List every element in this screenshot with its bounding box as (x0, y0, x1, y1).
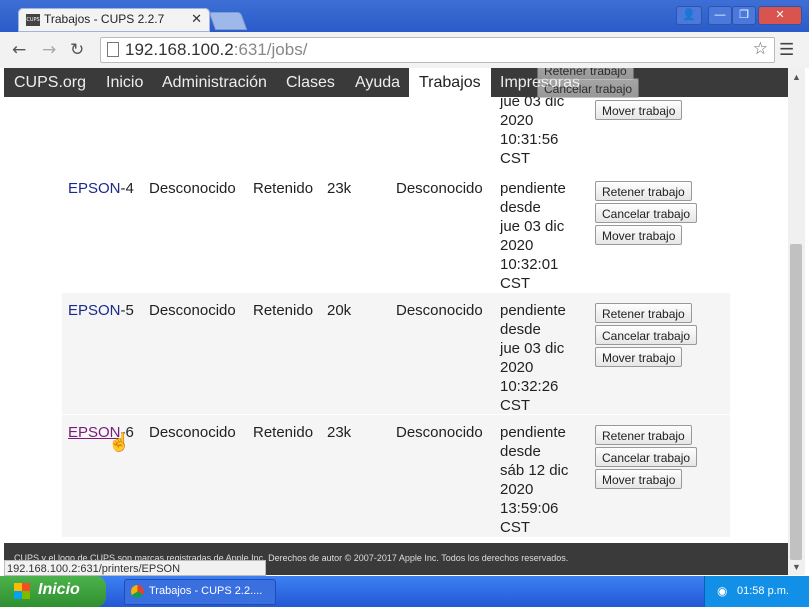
clock: 01:58 p.m. (737, 585, 789, 597)
job-size: 23k (327, 180, 352, 197)
bookmark-star-icon[interactable]: ☆ (753, 39, 768, 59)
job-name: Desconocido (149, 424, 236, 441)
scroll-down-arrow-icon[interactable]: ▼ (792, 562, 801, 572)
job-name: Desconocido (149, 180, 236, 197)
table-row: EPSON-6 Desconocido Retenido 23k Descono… (62, 415, 730, 537)
page-icon (107, 42, 119, 57)
start-label: Inicio (38, 581, 80, 598)
job-user: Retenido (253, 424, 314, 441)
scrollbar-thumb[interactable] (790, 244, 802, 560)
tab-title: Trabajos - CUPS 2.2.7 (44, 12, 165, 26)
hand-cursor-icon: ☝ (108, 432, 131, 452)
job-state: jue 03 dic 2020 10:31:56 CST (500, 93, 565, 167)
network-icon[interactable]: ◉ (717, 584, 727, 598)
nav-clases[interactable]: Clases (286, 74, 335, 92)
job-id: EPSON-4 (68, 180, 134, 197)
browser-tab-active[interactable]: CUPS Trabajos - CUPS 2.2.7 ✕ (18, 8, 210, 32)
nav-trabajos[interactable]: Trabajos (409, 68, 491, 97)
close-window-button[interactable]: ✕ (758, 6, 802, 25)
printer-link[interactable]: EPSON (68, 302, 121, 319)
job-id: EPSON-5 (68, 302, 134, 319)
taskbar-item-label: Trabajos - CUPS 2.2.... (149, 585, 263, 597)
nav-inicio[interactable]: Inicio (106, 74, 143, 92)
scroll-up-arrow-icon[interactable]: ▲ (792, 72, 801, 82)
job-pages: Desconocido (396, 424, 483, 441)
browser-titlebar: CUPS Trabajos - CUPS 2.2.7 ✕ 👤 — ❐ ✕ (0, 0, 809, 32)
job-state: pendiente desde jue 03 dic 2020 10:32:01… (500, 180, 566, 292)
hold-job-button[interactable]: Retener trabajo (595, 425, 692, 445)
system-tray: ◉ 01:58 p.m. (704, 576, 809, 607)
cancel-job-button[interactable]: Cancelar trabajo (595, 325, 698, 345)
tab-close-icon[interactable]: ✕ (191, 11, 202, 27)
new-tab-button[interactable] (208, 12, 248, 30)
job-size: 20k (327, 302, 352, 319)
move-job-button[interactable]: Mover trabajo (595, 347, 683, 367)
job-size: 23k (327, 424, 352, 441)
hold-job-button[interactable]: Retener trabajo (595, 303, 692, 323)
back-arrow-icon[interactable]: ← (12, 40, 26, 60)
job-user: Retenido (253, 180, 314, 197)
table-row: EPSON-5 Desconocido Retenido 20k Descono… (62, 293, 730, 414)
cancel-job-button[interactable]: Cancelar trabajo (537, 78, 640, 98)
reload-icon[interactable]: ↻ (70, 40, 84, 60)
profile-icon[interactable]: 👤 (676, 6, 702, 25)
job-state: pendiente desde jue 03 dic 2020 10:32:26… (500, 302, 566, 414)
windows-taskbar: Inicio Trabajos - CUPS 2.2.... ◉ 01:58 p… (0, 576, 809, 607)
cups-navbar: CUPS.org Inicio Administración Clases Ay… (4, 68, 788, 97)
nav-cups-org[interactable]: CUPS.org (14, 74, 86, 92)
maximize-button[interactable]: ❐ (732, 6, 756, 25)
job-user: Retenido (253, 302, 314, 319)
page-viewport: jue 03 dic 2020 10:31:56 CST Mover traba… (4, 68, 788, 575)
nav-ayuda[interactable]: Ayuda (355, 74, 400, 92)
cups-favicon-icon: CUPS (26, 14, 40, 26)
menu-icon[interactable]: ☰ (779, 40, 794, 60)
start-button[interactable]: Inicio (0, 576, 106, 607)
chrome-icon (131, 585, 144, 598)
vertical-scrollbar[interactable]: ▲ ▼ (788, 68, 805, 575)
job-pages: Desconocido (396, 302, 483, 319)
browser-toolbar: ← → ↻ 192.168.100.2:631/jobs/ ☆ ☰ (0, 32, 809, 68)
windows-logo-icon (14, 583, 30, 599)
hold-job-button[interactable]: Retener trabajo (595, 181, 692, 201)
minimize-button[interactable]: — (708, 6, 732, 25)
move-job-button[interactable]: Mover trabajo (595, 225, 683, 245)
nav-administracion[interactable]: Administración (162, 74, 267, 92)
status-url-bubble: 192.168.100.2:631/printers/EPSON (4, 560, 266, 576)
address-bar[interactable]: 192.168.100.2:631/jobs/ ☆ (100, 37, 775, 63)
cancel-job-button[interactable]: Cancelar trabajo (595, 447, 698, 467)
url-text: 192.168.100.2:631/jobs/ (125, 40, 308, 59)
printer-link[interactable]: EPSON (68, 180, 121, 197)
cancel-job-button[interactable]: Cancelar trabajo (595, 203, 698, 223)
forward-arrow-icon[interactable]: → (42, 40, 56, 60)
taskbar-item-chrome[interactable]: Trabajos - CUPS 2.2.... (124, 579, 276, 605)
job-name: Desconocido (149, 302, 236, 319)
job-pages: Desconocido (396, 180, 483, 197)
move-job-button[interactable]: Mover trabajo (595, 100, 683, 120)
table-row: EPSON-4 Desconocido Retenido 23k Descono… (62, 171, 730, 292)
job-state: pendiente desde sáb 12 dic 2020 13:59:06… (500, 424, 569, 536)
move-job-button[interactable]: Mover trabajo (595, 469, 683, 489)
